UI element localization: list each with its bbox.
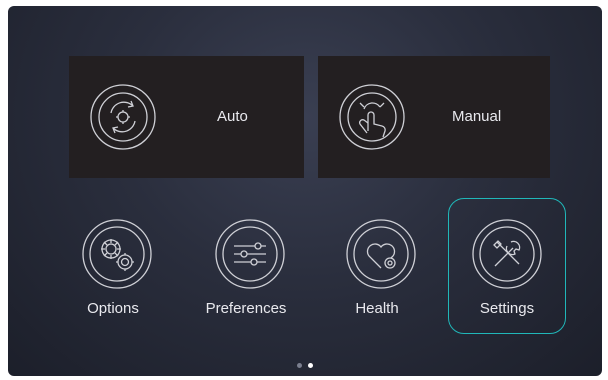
auto-mode-label: Auto	[217, 108, 248, 125]
page-dot-1[interactable]	[297, 363, 302, 368]
options-label: Options	[87, 300, 139, 317]
health-tile[interactable]: Health	[318, 198, 436, 334]
health-label: Health	[355, 300, 399, 317]
options-tile[interactable]: Options	[54, 198, 172, 334]
settings-label: Settings	[479, 300, 535, 317]
manual-mode-label: Manual	[452, 108, 502, 125]
preferences-label: Preferences	[205, 300, 287, 317]
preferences-tile[interactable]: Preferences	[187, 198, 305, 334]
auto-cycle-icon	[89, 83, 157, 151]
page-indicator	[297, 363, 313, 368]
gears-icon	[81, 218, 153, 290]
auto-mode-card[interactable]: Auto	[69, 56, 304, 178]
sliders-icon	[214, 218, 286, 290]
page-dot-2[interactable]	[308, 363, 313, 368]
tools-icon	[471, 218, 543, 290]
settings-tile[interactable]: Settings	[448, 198, 566, 334]
heart-gear-icon	[345, 218, 417, 290]
touch-screen: Auto Manual Options Preferences Health S…	[8, 6, 602, 376]
manual-mode-card[interactable]: Manual	[318, 56, 550, 178]
hand-touch-icon	[338, 83, 406, 151]
